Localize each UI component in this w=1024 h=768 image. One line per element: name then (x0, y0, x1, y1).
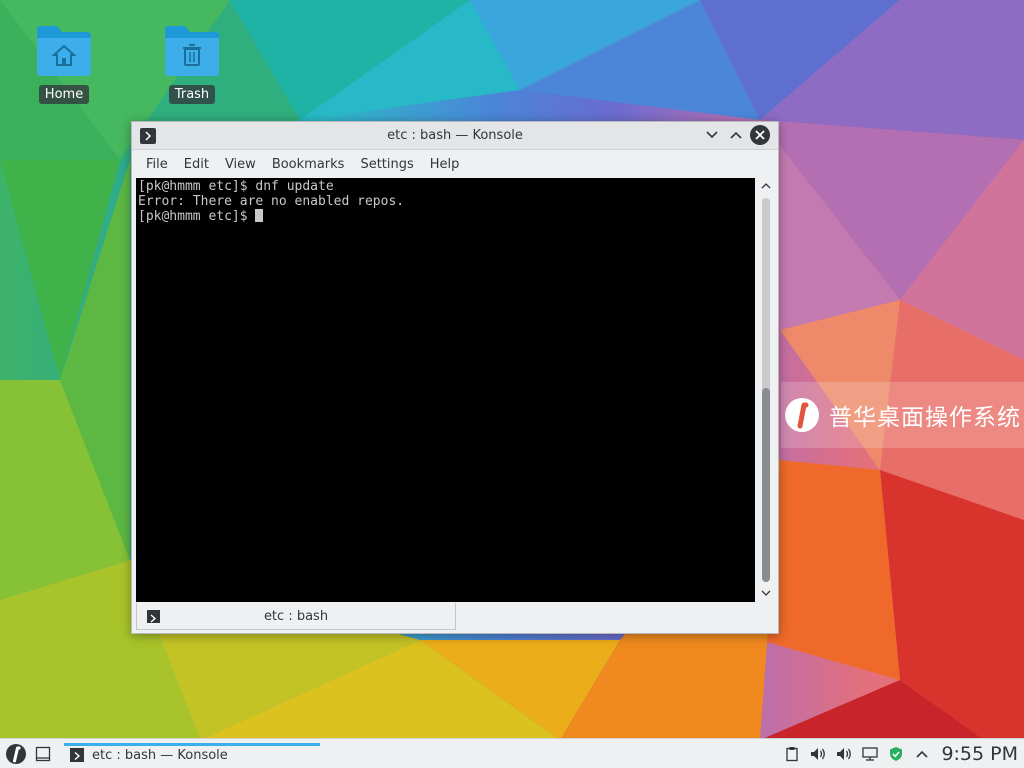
active-task-indicator (64, 742, 320, 746)
menubar: File Edit View Bookmarks Settings Help (132, 150, 778, 178)
konsole-app-icon[interactable] (140, 128, 156, 144)
close-icon (755, 130, 765, 140)
clock[interactable]: 9:55 PM (941, 743, 1018, 765)
trash-folder-icon (163, 24, 221, 76)
tab-label: etc : bash (263, 608, 329, 624)
terminal-line: [pk@hmmm etc]$ (138, 209, 256, 224)
system-tray: 9:55 PM (779, 739, 1024, 768)
desktop-icon-trash[interactable]: Trash (147, 24, 237, 104)
window-titlebar[interactable]: etc : bash — Konsole (132, 122, 778, 150)
tab-etc-bash[interactable]: etc : bash (136, 603, 456, 630)
menu-bookmarks[interactable]: Bookmarks (264, 153, 353, 176)
window-title: etc : bash — Konsole (387, 128, 523, 143)
terminal-line: Error: There are no enabled repos. (138, 194, 405, 209)
update-shield-icon[interactable] (886, 744, 906, 764)
minimize-button[interactable] (702, 125, 722, 145)
show-desktop-button[interactable] (30, 740, 56, 768)
desktop-icon-label: Trash (168, 85, 216, 104)
brand-banner: 普华桌面操作系统 (781, 382, 1024, 448)
show-desktop-icon (35, 746, 51, 761)
scroll-down-icon[interactable] (761, 589, 771, 597)
volume-icon[interactable] (808, 744, 828, 764)
menu-settings[interactable]: Settings (352, 153, 421, 176)
task-label: etc : bash — Konsole (92, 747, 228, 763)
terminal-cursor (255, 209, 264, 222)
taskbar-task-konsole[interactable]: etc : bash — Konsole (64, 740, 320, 768)
network-icon[interactable] (860, 744, 880, 764)
clipboard-icon[interactable] (782, 744, 802, 764)
menu-file[interactable]: File (138, 153, 176, 176)
desktop-icon-home[interactable]: Home (19, 24, 109, 104)
microphone-volume-icon[interactable] (834, 744, 854, 764)
brand-logo-icon (785, 398, 819, 432)
application-launcher-button[interactable] (2, 740, 30, 768)
tab-bar: etc : bash (136, 603, 774, 630)
konsole-task-icon (70, 748, 84, 762)
home-folder-icon (35, 24, 93, 76)
close-button[interactable] (750, 125, 770, 145)
desktop-icon-label: Home (38, 85, 90, 104)
terminal-line: [pk@hmmm etc]$ dnf update (138, 179, 334, 194)
terminal-output[interactable]: [pk@hmmm etc]$ dnf update Error: There ar… (136, 178, 755, 602)
menu-edit[interactable]: Edit (176, 153, 217, 176)
terminal-scrollbar[interactable] (758, 178, 774, 602)
terminal-tab-icon (147, 609, 160, 623)
launcher-logo-icon (6, 743, 26, 764)
chevron-down-icon (706, 131, 718, 139)
taskbar: etc : bash — Konsole 9:55 PM (0, 738, 1024, 768)
chevron-up-icon (730, 131, 742, 139)
konsole-window: etc : bash — Konsole File Edit View Book… (131, 121, 779, 634)
scroll-up-icon[interactable] (761, 182, 771, 190)
menu-view[interactable]: View (217, 153, 264, 176)
menu-help[interactable]: Help (422, 153, 468, 176)
brand-text: 普华桌面操作系统 (829, 405, 1021, 431)
tray-expand-chevron-up-icon[interactable] (912, 744, 932, 764)
scrollbar-thumb[interactable] (762, 388, 770, 582)
maximize-button[interactable] (726, 125, 746, 145)
